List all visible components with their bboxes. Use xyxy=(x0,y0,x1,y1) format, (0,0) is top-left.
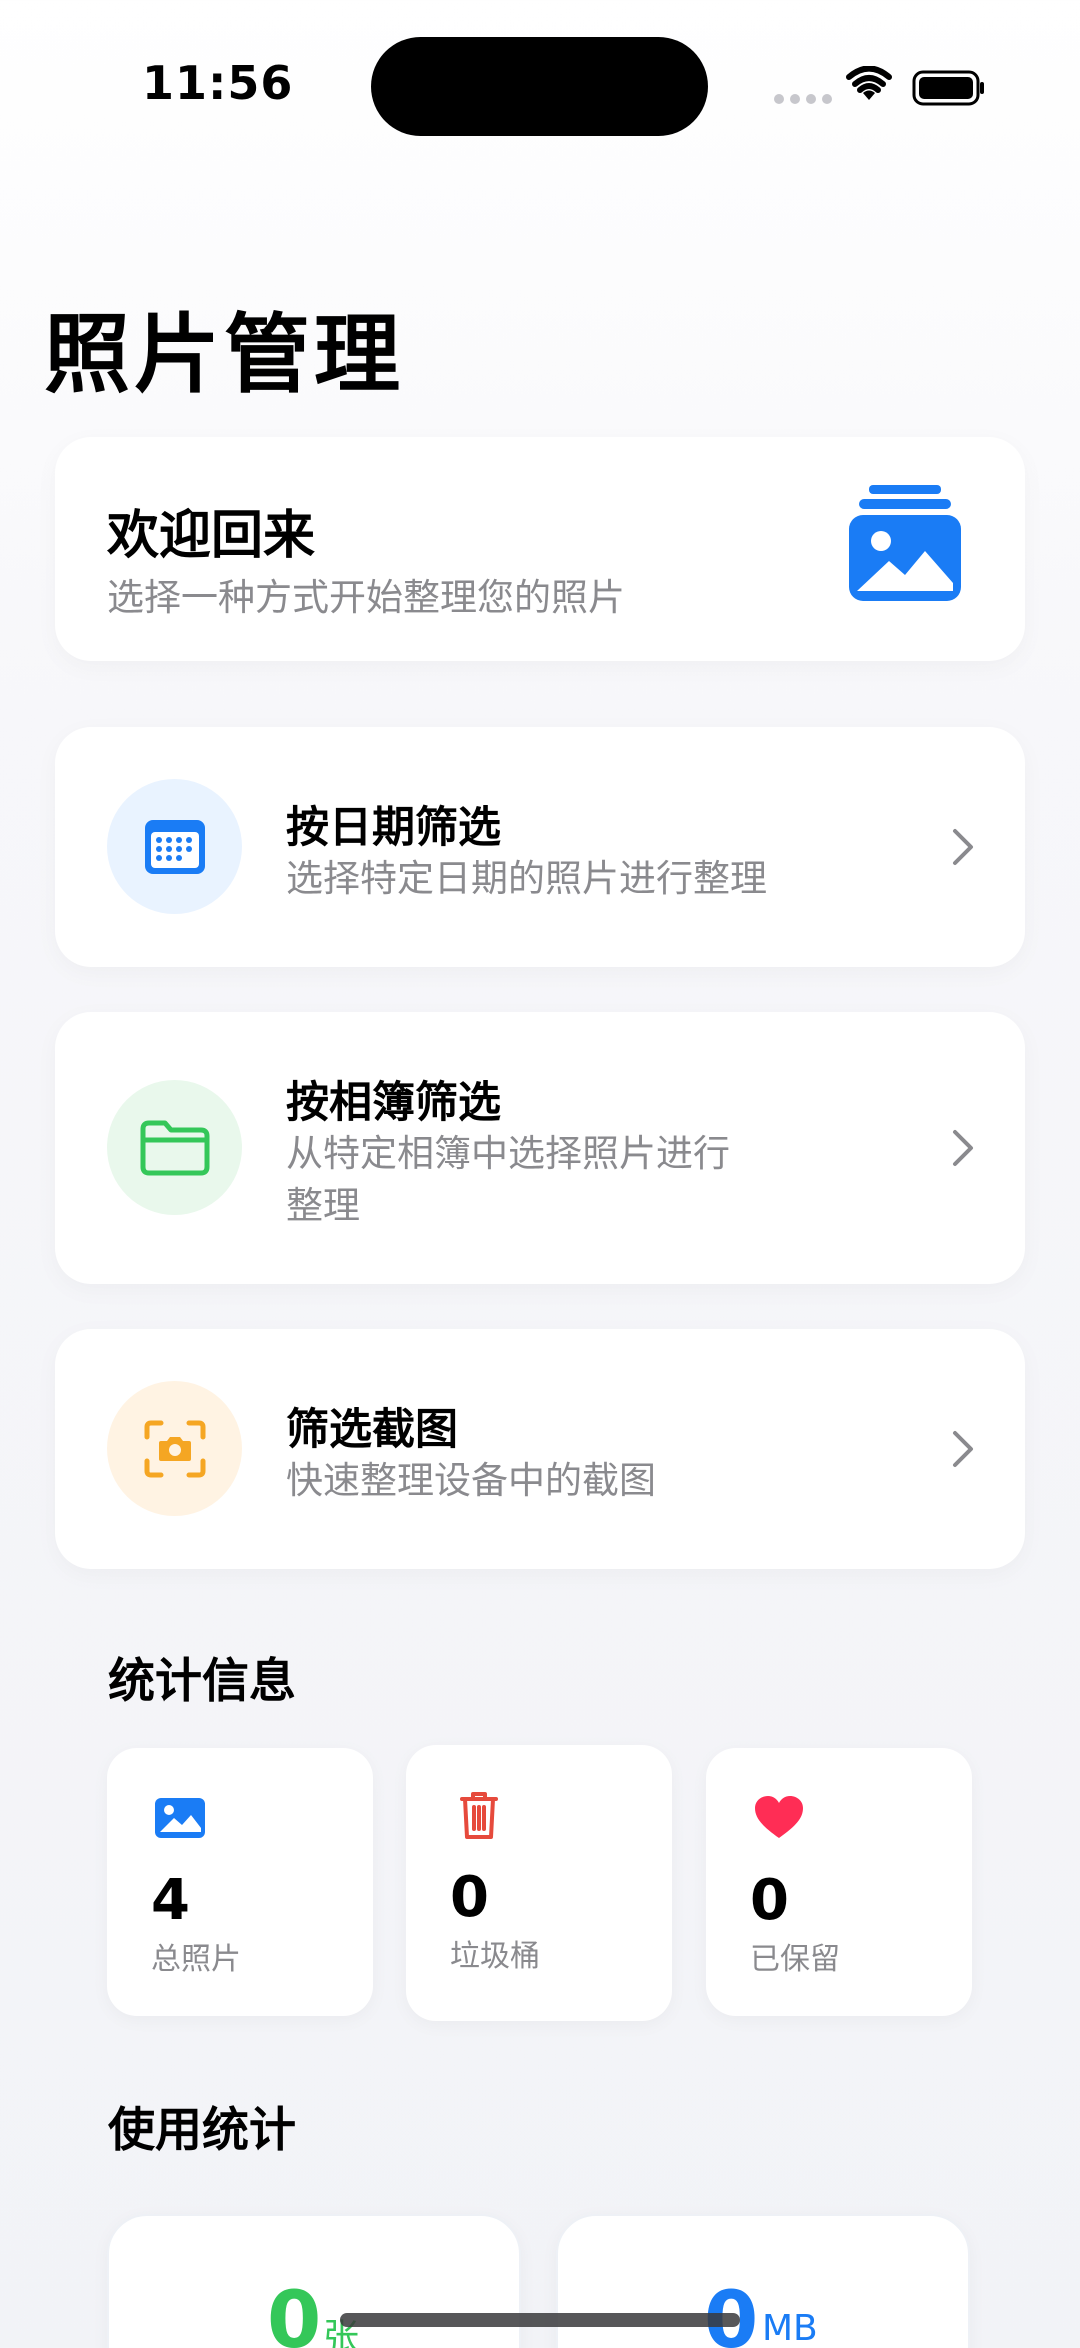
cellular-signal-icon xyxy=(774,94,832,104)
photo-icon xyxy=(155,1798,205,1838)
battery-icon xyxy=(912,70,984,106)
status-time: 11:56 xyxy=(142,56,294,110)
filter-by-date-card[interactable]: 按日期筛选 选择特定日期的照片进行整理 xyxy=(55,727,1025,967)
usage-section-title: 使用统计 xyxy=(108,2103,296,2158)
stat-total-photos-label: 总照片 xyxy=(151,1942,241,1977)
welcome-card: 欢迎回来 选择一种方式开始整理您的照片 xyxy=(55,437,1025,661)
chevron-right-icon xyxy=(953,1431,973,1467)
usage-count-card: 0 张 xyxy=(107,2214,521,2348)
chevron-right-icon xyxy=(953,1130,973,1166)
usage-size-unit: MB xyxy=(762,2308,818,2348)
dynamic-island xyxy=(371,37,708,136)
filter-screenshots-title: 筛选截图 xyxy=(286,1405,458,1455)
stat-kept-label: 已保留 xyxy=(750,1942,840,1977)
calendar-icon-circle xyxy=(107,779,242,914)
filter-by-date-title: 按日期筛选 xyxy=(286,803,501,853)
folder-icon-circle xyxy=(107,1080,242,1215)
filter-by-album-title: 按相簿筛选 xyxy=(286,1078,501,1128)
photo-stack-icon xyxy=(849,485,961,601)
screenshot-camera-icon xyxy=(144,1420,205,1477)
screenshot-icon-circle xyxy=(107,1381,242,1516)
stat-kept-value: 0 xyxy=(750,1868,789,1933)
stat-kept: 0 已保留 xyxy=(706,1748,972,2016)
filter-by-album-subtitle-line2: 整理 xyxy=(286,1184,360,1227)
folder-icon xyxy=(140,1120,209,1175)
stat-total-photos-value: 4 xyxy=(151,1868,190,1933)
stat-trash: 0 垃圾桶 xyxy=(406,1745,672,2021)
filter-screenshots-subtitle: 快速整理设备中的截图 xyxy=(286,1459,656,1502)
usage-size-value: 0 xyxy=(704,2276,759,2348)
heart-icon xyxy=(755,1796,803,1838)
usage-size-card: 0 MB xyxy=(556,2214,970,2348)
filter-by-album-subtitle: 从特定相簿中选择照片进行 整理 xyxy=(286,1128,806,1232)
filter-by-album-subtitle-line1: 从特定相簿中选择照片进行 xyxy=(286,1132,730,1175)
stat-trash-value: 0 xyxy=(450,1865,489,1930)
usage-count-value: 0 xyxy=(267,2276,322,2348)
page-title: 照片管理 xyxy=(44,305,404,405)
stats-section-title: 统计信息 xyxy=(108,1654,296,1709)
welcome-subtitle: 选择一种方式开始整理您的照片 xyxy=(107,576,625,619)
status-bar: 11:56 xyxy=(0,0,1080,170)
stat-total-photos: 4 总照片 xyxy=(107,1748,373,2016)
stat-trash-label: 垃圾桶 xyxy=(450,1939,540,1974)
welcome-title: 欢迎回来 xyxy=(107,506,316,566)
chevron-right-icon xyxy=(953,829,973,865)
calendar-icon xyxy=(144,819,205,874)
filter-by-album-card[interactable]: 按相簿筛选 从特定相簿中选择照片进行 整理 xyxy=(55,1012,1025,1284)
wifi-icon xyxy=(846,66,892,100)
home-indicator[interactable] xyxy=(340,2313,740,2327)
filter-screenshots-card[interactable]: 筛选截图 快速整理设备中的截图 xyxy=(55,1329,1025,1569)
filter-by-date-subtitle: 选择特定日期的照片进行整理 xyxy=(286,857,767,900)
trash-icon xyxy=(460,1792,498,1839)
